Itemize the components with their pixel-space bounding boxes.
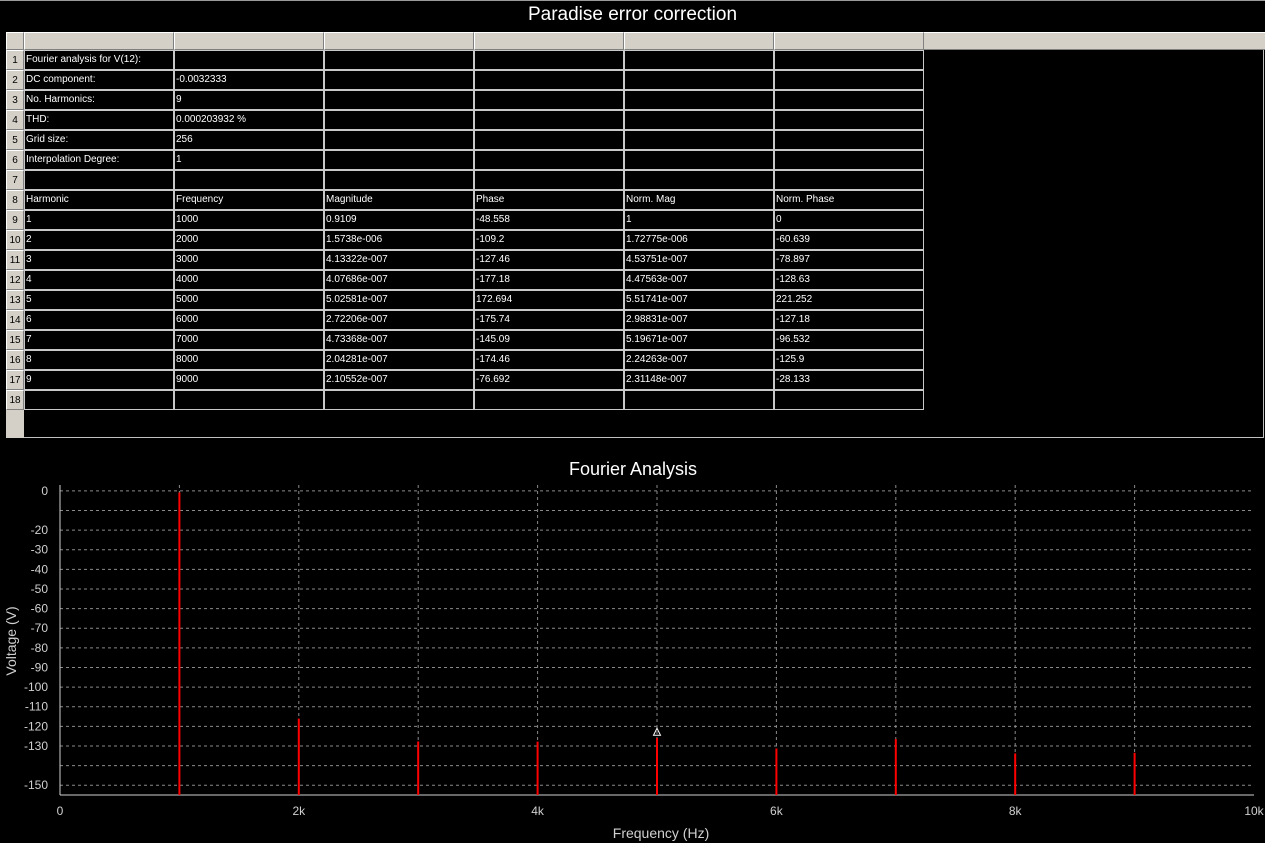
row-header[interactable]: 7 <box>6 170 24 190</box>
row-header[interactable]: 10 <box>6 230 24 250</box>
row-header[interactable]: 3 <box>6 90 24 110</box>
x-tick-label: 4k <box>531 804 545 818</box>
column-header-c[interactable] <box>324 32 474 50</box>
x-tick-label: 0 <box>57 804 64 818</box>
row-header[interactable]: 17 <box>6 370 24 390</box>
row-header[interactable]: 1 <box>6 50 24 70</box>
y-tick-label: -120 <box>24 719 48 733</box>
fourier-chart: Fourier Analysis Voltage (V) Frequency (… <box>3 459 1265 841</box>
row-header[interactable]: 6 <box>6 150 24 170</box>
chart-x-axis-label: Frequency (Hz) <box>613 825 709 841</box>
row-header[interactable]: 5 <box>6 130 24 150</box>
row-header[interactable]: 8 <box>6 190 24 210</box>
row-header[interactable]: 18 <box>6 390 24 410</box>
y-tick-label: -80 <box>31 641 49 655</box>
row-header[interactable]: 13 <box>6 290 24 310</box>
x-tick-label: 2k <box>292 804 306 818</box>
column-header-f[interactable] <box>774 32 924 50</box>
x-tick-label: 6k <box>770 804 784 818</box>
page-title: Paradise error correction <box>527 4 738 25</box>
y-tick-label: -40 <box>31 562 49 576</box>
y-tick-label: -20 <box>31 523 49 537</box>
row-header[interactable]: 2 <box>6 70 24 90</box>
row-header[interactable]: 16 <box>6 350 24 370</box>
row-header[interactable]: 11 <box>6 250 24 270</box>
row-header[interactable]: 15 <box>6 330 24 350</box>
column-header-a[interactable] <box>24 32 174 50</box>
column-header-e[interactable] <box>624 32 774 50</box>
x-tick-label: 10k <box>1244 804 1264 818</box>
y-tick-label: -100 <box>24 680 48 694</box>
row-header[interactable]: 14 <box>6 310 24 330</box>
grid-frame <box>24 50 1264 438</box>
chart-title: Fourier Analysis <box>569 459 697 479</box>
y-tick-label: -150 <box>24 778 48 792</box>
y-tick-label: -130 <box>24 739 48 753</box>
grid-corner-select-all[interactable] <box>6 32 24 50</box>
y-tick-label: -30 <box>31 543 49 557</box>
y-tick-label: -50 <box>31 582 49 596</box>
chart-y-axis-label: Voltage (V) <box>3 606 19 675</box>
column-header-b[interactable] <box>174 32 324 50</box>
column-header-filler <box>924 32 1265 50</box>
row-header-filler <box>6 410 24 438</box>
row-header[interactable]: 9 <box>6 210 24 230</box>
column-header-d[interactable] <box>474 32 624 50</box>
row-header[interactable]: 12 <box>6 270 24 290</box>
row-header[interactable]: 4 <box>6 110 24 130</box>
y-tick-label: -90 <box>31 660 49 674</box>
y-tick-label: -110 <box>25 700 48 714</box>
y-tick-label: -70 <box>31 621 49 635</box>
x-tick-label: 8k <box>1009 804 1023 818</box>
y-tick-label: -60 <box>31 602 49 616</box>
y-tick-label: 0 <box>41 484 48 498</box>
